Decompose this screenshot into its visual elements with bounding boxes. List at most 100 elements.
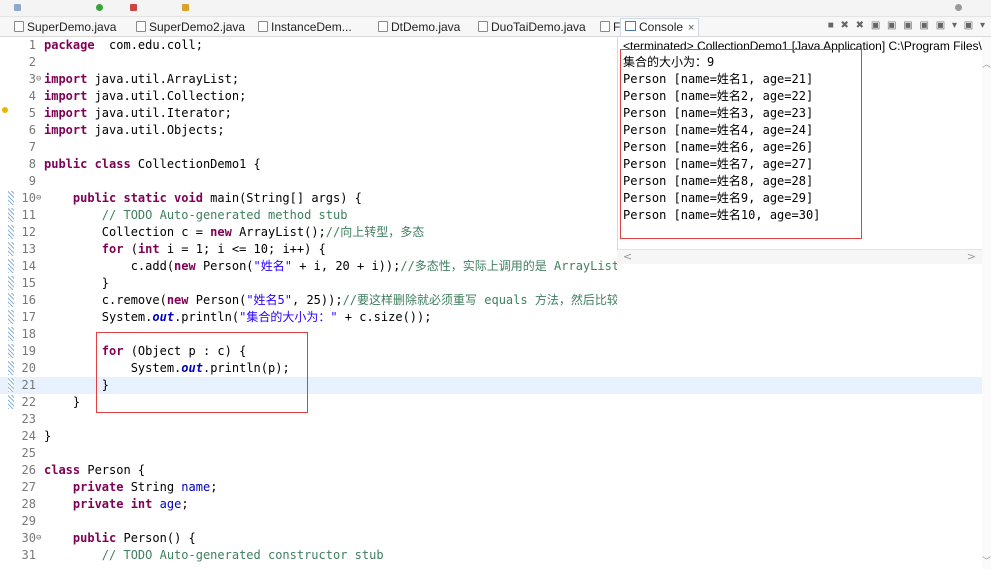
code-token: import [44, 123, 88, 137]
line-number: 8 [28, 157, 36, 171]
code-token: } [44, 276, 110, 290]
tab-console[interactable]: Console × [620, 18, 700, 36]
code-line[interactable]: 13 for (int i = 1; i <= 10; i++) { [0, 241, 617, 258]
code-token: java.util.Objects; [87, 123, 225, 137]
code-text: Collection c = new ArrayList();//向上转型，多态 [44, 224, 424, 241]
run-icon[interactable] [96, 4, 103, 11]
code-token: com.edu.coll; [94, 38, 203, 52]
line-number: 11 [21, 208, 36, 222]
fold-icon[interactable]: ⊖ [36, 190, 41, 207]
code-text: } [44, 428, 51, 445]
vertical-scrollbar[interactable]: ︿ ﹀ [982, 37, 991, 569]
fold-icon[interactable]: ⊖ [36, 530, 41, 547]
code-text: private String name; [44, 479, 218, 496]
tab-instancedemo[interactable]: InstanceDem... [258, 20, 352, 34]
code-text: c.add(new Person("姓名" + i, 20 + i));//多态… [44, 258, 617, 275]
line-number: 2 [28, 55, 36, 69]
code-token: for [101, 242, 124, 256]
line-number: 30 [21, 531, 36, 545]
code-line[interactable]: 8 public class CollectionDemo1 { [0, 156, 617, 173]
scroll-up-icon[interactable]: ︿ [982, 57, 991, 70]
java-file-icon [478, 21, 488, 32]
line-number: 27 [21, 480, 36, 494]
java-file-icon [378, 21, 388, 32]
code-line[interactable]: 5 import java.util.Iterator; [0, 105, 617, 122]
scroll-down-icon[interactable]: ﹀ [982, 554, 991, 567]
code-line[interactable]: 16 c.remove(new Person("姓名5", 25));//要这样… [0, 292, 617, 309]
code-line[interactable]: 28 private int age; [0, 496, 617, 513]
code-line[interactable]: 31 // TODO Auto-generated constructor st… [0, 547, 617, 564]
line-number: 28 [21, 497, 36, 511]
main-toolbar [0, 0, 991, 17]
line-number: 16 [21, 293, 36, 307]
code-line[interactable]: 4 import java.util.Collection; [0, 88, 617, 105]
code-text: import java.util.ArrayList; [44, 71, 239, 88]
code-line[interactable]: 3 ⊖ import java.util.ArrayList; [0, 71, 617, 88]
tab-overflow[interactable]: F [600, 20, 620, 34]
code-line[interactable]: 9 [0, 173, 617, 190]
code-line[interactable]: 6 import java.util.Objects; [0, 122, 617, 139]
line-number: 9 [28, 174, 36, 188]
console-toolbar[interactable]: ■ ✖ ✖ ▣ ▣ ▣ ▣ ▣ ▾ ▣ ▾ [828, 20, 987, 31]
debug-icon[interactable] [130, 4, 137, 11]
code-token: + i, 20 + i)); [291, 259, 401, 273]
code-text: for (int i = 1; i <= 10; i++) { [44, 241, 326, 258]
line-number: 24 [21, 429, 36, 443]
code-line[interactable]: 2 [0, 54, 617, 71]
code-line[interactable]: 25 [0, 445, 617, 462]
code-line[interactable]: 21 } [0, 377, 617, 394]
code-line[interactable]: 10 ⊖ public static void main(String[] arg… [0, 190, 617, 207]
code-line[interactable]: 23 [0, 411, 617, 428]
save-icon[interactable] [14, 4, 21, 11]
console-icon [625, 21, 636, 31]
search-icon[interactable] [955, 4, 962, 11]
scroll-right-icon[interactable]: > [967, 250, 976, 263]
scroll-left-icon[interactable]: < [623, 250, 632, 263]
code-line[interactable]: 26 class Person { [0, 462, 617, 479]
code-token: //向上转型，多态 [325, 225, 425, 239]
code-line[interactable]: 20 System.out.println(p); [0, 360, 617, 377]
code-line[interactable]: 11 // TODO Auto-generated method stub [0, 207, 617, 224]
console-horizontal-scrollbar[interactable]: < > [617, 249, 982, 264]
tab-duotaidemo[interactable]: DuoTaiDemo.java [478, 20, 586, 34]
tab-superdemo2[interactable]: SuperDemo2.java [136, 20, 245, 34]
code-token: public static void [72, 191, 203, 205]
code-line[interactable]: 14 c.add(new Person("姓名" + i, 20 + i));/… [0, 258, 617, 275]
code-token: "姓名5" [246, 293, 292, 307]
code-line[interactable]: 24} [0, 428, 617, 445]
code-line[interactable]: 30 ⊖ public Person() { [0, 530, 617, 547]
code-token: public [72, 531, 117, 545]
code-line[interactable]: 17 System.out.println("集合的大小为：" + c.size… [0, 309, 617, 326]
code-editor[interactable]: 1 package com.edu.coll; 2 3 ⊖ import java.uti… [0, 37, 617, 569]
code-token: .println( [174, 310, 240, 324]
code-line[interactable]: 27 private String name; [0, 479, 617, 496]
java-file-icon [600, 21, 610, 32]
code-line[interactable]: 19 for (Object p : c) { [0, 343, 617, 360]
fold-icon[interactable]: ⊖ [36, 71, 41, 88]
tab-dtdemo[interactable]: DtDemo.java [378, 20, 460, 34]
code-line[interactable]: 18 [0, 326, 617, 343]
code-line[interactable]: 7 [0, 139, 617, 156]
code-text: // TODO Auto-generated constructor stub [44, 547, 384, 564]
code-token: } [44, 429, 52, 443]
code-token: java.util.Iterator; [87, 106, 232, 120]
code-line[interactable]: 1 package com.edu.coll; [0, 37, 617, 54]
code-token: i = 1; i <= 10; i++) { [159, 242, 326, 256]
code-line[interactable]: 29 [0, 513, 617, 530]
code-line[interactable]: 12 Collection c = new ArrayList();//向上转型… [0, 224, 617, 241]
code-token: public class [44, 157, 131, 171]
new-icon[interactable] [182, 4, 189, 11]
code-line[interactable]: 15 } [0, 275, 617, 292]
line-number: 4 [28, 89, 36, 103]
tab-superdemo[interactable]: SuperDemo.java [14, 20, 116, 34]
code-token: ; [210, 480, 218, 494]
code-token: import [44, 89, 88, 103]
code-line[interactable]: 22 } [0, 394, 617, 411]
close-icon[interactable]: × [688, 22, 694, 34]
line-number: 5 [28, 106, 36, 120]
tab-label: DtDemo.java [391, 20, 461, 34]
code-token: out [152, 310, 175, 324]
